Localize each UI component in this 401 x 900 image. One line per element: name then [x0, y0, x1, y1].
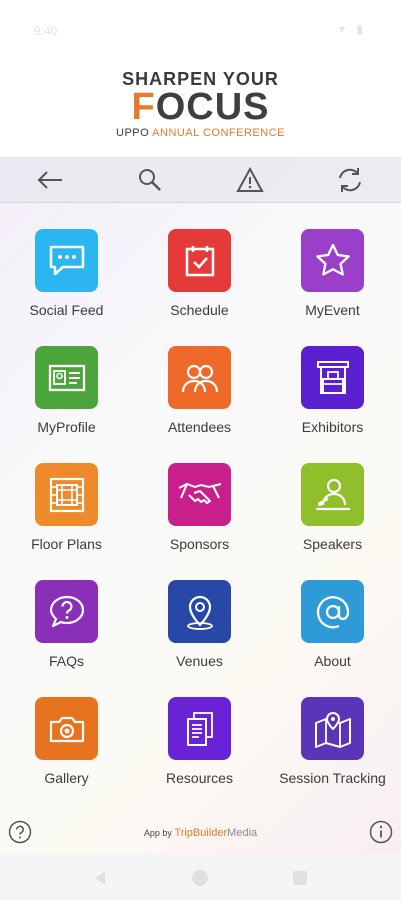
logo-line2: FOCUS	[0, 88, 401, 126]
question-bubble-icon	[49, 595, 84, 627]
tile-label: Sponsors	[169, 536, 230, 552]
at-sign-icon	[316, 595, 349, 628]
refresh-button[interactable]	[332, 163, 368, 197]
nav-recents-button[interactable]	[290, 868, 310, 888]
info-button[interactable]	[369, 820, 393, 844]
tile-exhibitors[interactable]: Exhibitors	[266, 346, 399, 454]
tile-label: About	[314, 653, 351, 669]
logo-line3: UPPO ANNUAL CONFERENCE	[0, 127, 401, 139]
chat-icon	[49, 245, 84, 275]
tile-icon-bg	[35, 463, 98, 526]
toolbar	[0, 157, 401, 203]
status-bar: 9:40 ▾ ▮	[0, 0, 401, 60]
booth-icon	[316, 360, 349, 394]
nav-home-button[interactable]	[190, 868, 210, 888]
id-card-icon	[48, 364, 85, 391]
app-credit: App by TripBuilderMedia	[0, 827, 401, 839]
system-nav-bar	[0, 854, 401, 900]
logo-org: UPPO	[116, 127, 150, 139]
documents-icon	[186, 711, 213, 746]
tile-attendees[interactable]: Attendees	[133, 346, 266, 454]
tile-faqs[interactable]: FAQs	[0, 580, 133, 688]
refresh-icon	[339, 168, 361, 192]
calendar-check-icon	[185, 245, 214, 276]
tile-speakers[interactable]: Speakers	[266, 463, 399, 571]
tile-icon-bg	[301, 580, 364, 643]
tile-label: Floor Plans	[31, 536, 102, 552]
back-icon	[37, 171, 62, 189]
tile-label: Resources	[166, 770, 233, 786]
nav-home-icon	[192, 870, 208, 886]
tile-icon-bg	[301, 346, 364, 409]
warning-icon	[236, 167, 264, 192]
tile-icon-bg	[301, 229, 364, 292]
search-icon	[139, 169, 161, 191]
tile-resources[interactable]: Resources	[133, 697, 266, 805]
tile-social-feed[interactable]: Social Feed	[0, 229, 133, 337]
tile-session-tracking[interactable]: Session Tracking	[266, 697, 399, 805]
credit-brand-suffix: Media	[227, 827, 258, 839]
people-icon	[181, 364, 218, 392]
logo-word-rest: OCUS	[155, 86, 270, 128]
nav-back-icon	[95, 871, 105, 885]
tile-label: Gallery	[44, 770, 89, 786]
tile-icon-bg	[35, 229, 98, 292]
tile-label: MyProfile	[37, 419, 96, 435]
tile-label: Session Tracking	[279, 770, 386, 786]
tile-label: Exhibitors	[301, 419, 364, 435]
tile-icon-bg	[301, 697, 364, 760]
handshake-icon	[178, 482, 221, 504]
status-icons: ▾ ▮	[339, 22, 367, 36]
back-button[interactable]	[32, 163, 68, 197]
tile-icon-bg	[168, 229, 231, 292]
nav-back-button[interactable]	[90, 868, 110, 888]
location-pin-icon	[186, 595, 213, 630]
tile-icon-bg	[168, 580, 231, 643]
tile-icon-bg	[168, 346, 231, 409]
app-header: SHARPEN YOUR FOCUS UPPO ANNUAL CONFERENC…	[0, 60, 401, 157]
tile-floor-plans[interactable]: Floor Plans	[0, 463, 133, 571]
tile-icon-bg	[301, 463, 364, 526]
alert-button[interactable]	[232, 163, 268, 197]
tile-label: Venues	[176, 653, 223, 669]
tile-label: Social Feed	[29, 302, 104, 318]
credit-brand: TripBuilder	[174, 827, 228, 839]
camera-icon	[49, 716, 84, 742]
map-pin-icon	[314, 711, 351, 748]
footer: App by TripBuilderMedia	[0, 817, 401, 854]
tile-schedule[interactable]: Schedule	[133, 229, 266, 337]
credit-prefix: App by	[143, 828, 172, 838]
star-icon	[315, 243, 350, 276]
tile-icon-bg	[168, 697, 231, 760]
tile-label: Speakers	[302, 536, 363, 552]
tile-label: FAQs	[48, 653, 84, 669]
status-time: 9:40	[34, 24, 58, 38]
tile-sponsors[interactable]: Sponsors	[133, 463, 266, 571]
floor-plan-icon	[49, 477, 84, 512]
tile-label: MyEvent	[305, 302, 360, 318]
tile-icon-bg	[168, 463, 231, 526]
nav-recents-icon	[293, 871, 307, 885]
search-button[interactable]	[132, 163, 168, 197]
tile-label: Attendees	[167, 419, 232, 435]
tile-icon-bg	[35, 697, 98, 760]
tile-myevent[interactable]: MyEvent	[266, 229, 399, 337]
speaker-icon	[315, 478, 350, 510]
conference-logo: SHARPEN YOUR FOCUS UPPO ANNUAL CONFERENC…	[0, 69, 401, 139]
tile-icon-bg	[35, 580, 98, 643]
logo-accent-letter: F	[131, 86, 156, 128]
main-content: Social Feed Schedule MyEvent MyProfile A	[0, 157, 401, 854]
tile-gallery[interactable]: Gallery	[0, 697, 133, 805]
logo-event-name: ANNUAL CONFERENCE	[152, 127, 285, 139]
tile-label: Schedule	[170, 302, 229, 318]
tile-venues[interactable]: Venues	[133, 580, 266, 688]
tile-icon-bg	[35, 346, 98, 409]
tile-about[interactable]: About	[266, 580, 399, 688]
info-icon	[369, 820, 393, 844]
tile-myprofile[interactable]: MyProfile	[0, 346, 133, 454]
